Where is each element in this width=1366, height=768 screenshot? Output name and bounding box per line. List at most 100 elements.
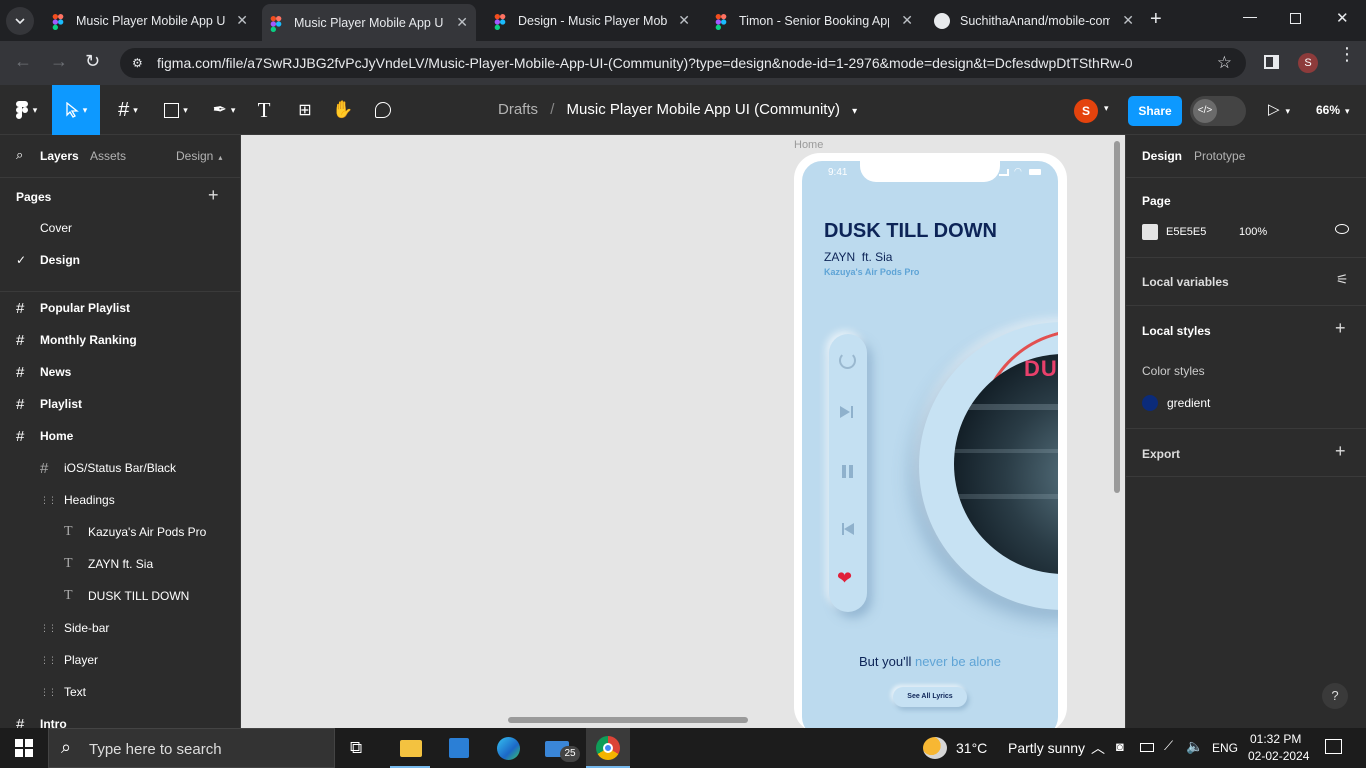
layer-item[interactable]: ⋮⋮ Headings xyxy=(0,484,240,516)
network-icon[interactable]: ⟋ xyxy=(1164,738,1173,754)
side-panel-icon[interactable] xyxy=(1264,55,1279,69)
weather-temp[interactable]: 31°C xyxy=(956,740,987,756)
tab-search-button[interactable] xyxy=(6,7,34,35)
move-tool-button[interactable]: ▾ xyxy=(52,85,100,135)
browser-tab-4[interactable]: Timon - Senior Booking App ✕ xyxy=(707,6,921,35)
frame-tool-button[interactable]: # ▾ xyxy=(108,85,148,135)
address-bar[interactable]: ⚙ figma.com/file/a7SwRJJBG2fvPcJyVndeLV/… xyxy=(120,48,1246,78)
repeat-icon[interactable] xyxy=(839,352,856,369)
user-avatar[interactable]: S xyxy=(1074,99,1098,123)
browser-tab-3[interactable]: Design - Music Player Mobil ✕ xyxy=(486,6,698,35)
chevron-down-icon[interactable]: ▾ xyxy=(852,106,857,117)
layer-item[interactable]: T Kazuya's Air Pods Pro xyxy=(0,516,240,548)
page-color-swatch[interactable] xyxy=(1142,224,1158,240)
browser-tab-2[interactable]: Music Player Mobile App UI ✕ xyxy=(262,4,476,41)
variables-icon[interactable]: ⚟ xyxy=(1336,271,1349,288)
pause-icon[interactable] xyxy=(842,465,846,478)
page-color-opacity[interactable]: 100% xyxy=(1239,226,1267,238)
close-icon[interactable]: ✕ xyxy=(678,12,690,29)
layer-item[interactable]: # iOS/Status Bar/Black xyxy=(0,452,240,484)
design-canvas[interactable]: Home 9:41 ◠ DUSK TILL DOWN ZAYN ft. Sia … xyxy=(241,135,1125,728)
heart-icon[interactable]: ❤ xyxy=(837,569,852,587)
eye-icon[interactable] xyxy=(1335,224,1349,234)
share-button[interactable]: Share xyxy=(1128,96,1182,126)
layer-item[interactable]: # Playlist xyxy=(0,388,240,420)
weather-desc[interactable]: Partly sunny xyxy=(1008,740,1085,756)
meet-icon[interactable]: ◙ xyxy=(1116,739,1124,754)
chevron-down-icon[interactable]: ▾ xyxy=(1104,103,1109,114)
resources-tool-button[interactable]: ⊞ xyxy=(285,85,325,135)
bookmark-star-icon[interactable]: ☆ xyxy=(1217,48,1232,78)
close-icon[interactable]: ✕ xyxy=(236,12,248,29)
page-color-hex[interactable]: E5E5E5 xyxy=(1166,226,1206,238)
layer-item[interactable]: ⋮⋮ Player xyxy=(0,644,240,676)
weather-icon[interactable] xyxy=(923,737,947,759)
battery-icon[interactable] xyxy=(1140,743,1154,752)
browser-tab-1[interactable]: Music Player Mobile App UI ✕ xyxy=(44,6,256,35)
text-tool-button[interactable]: T xyxy=(244,85,284,135)
see-all-lyrics-button[interactable]: See All Lyrics xyxy=(893,687,967,707)
canvas-horizontal-scrollbar[interactable] xyxy=(508,717,748,723)
file-explorer-icon[interactable] xyxy=(400,740,422,757)
close-icon[interactable]: ✕ xyxy=(901,12,913,29)
edge-icon[interactable] xyxy=(497,737,520,760)
add-style-icon[interactable]: + xyxy=(1335,318,1346,339)
layer-item[interactable]: T DUSK TILL DOWN xyxy=(0,580,240,612)
layer-item[interactable]: # Popular Playlist xyxy=(0,292,240,324)
tab-design[interactable]: Design xyxy=(1142,149,1182,163)
minimize-button[interactable] xyxy=(1243,10,1257,24)
next-icon[interactable] xyxy=(840,406,850,418)
layer-item[interactable]: # Monthly Ranking xyxy=(0,324,240,356)
hand-tool-button[interactable]: ✋ xyxy=(323,85,363,135)
volume-icon[interactable]: 🔈 xyxy=(1186,738,1203,755)
clock-time[interactable]: 01:32 PM xyxy=(1250,732,1301,746)
tray-chevron-icon[interactable]: ︿ xyxy=(1091,738,1105,758)
dev-mode-toggle[interactable]: </> xyxy=(1190,96,1246,126)
add-export-icon[interactable]: + xyxy=(1335,441,1346,462)
close-icon[interactable]: ✕ xyxy=(456,14,468,31)
main-menu-button[interactable]: ▾ xyxy=(6,85,46,135)
layer-item[interactable]: ⋮⋮ Text xyxy=(0,676,240,708)
add-page-icon[interactable]: + xyxy=(208,185,219,206)
notifications-icon[interactable] xyxy=(1325,739,1342,754)
chrome-icon[interactable] xyxy=(586,728,630,768)
layer-item[interactable]: # News xyxy=(0,356,240,388)
page-item[interactable]: Cover xyxy=(0,212,240,244)
task-view-icon[interactable]: ⧉ xyxy=(350,738,362,758)
canvas-vertical-scrollbar[interactable] xyxy=(1114,141,1120,493)
layer-item[interactable]: # Home xyxy=(0,420,240,452)
back-icon[interactable]: ← xyxy=(14,51,32,72)
site-info-icon[interactable]: ⚙ xyxy=(132,48,143,78)
help-button[interactable]: ? xyxy=(1322,683,1348,709)
new-tab-button[interactable]: + xyxy=(1150,8,1162,31)
forward-icon[interactable]: → xyxy=(50,51,68,72)
page-item[interactable]: ✓ Design xyxy=(0,244,240,276)
phone-frame[interactable]: 9:41 ◠ DUSK TILL DOWN ZAYN ft. Sia Kazuy… xyxy=(794,153,1067,728)
zoom-menu[interactable]: 66% ▾ xyxy=(1316,103,1350,117)
layer-item[interactable]: T ZAYN ft. Sia xyxy=(0,548,240,580)
restore-button[interactable] xyxy=(1290,13,1301,24)
comment-tool-button[interactable] xyxy=(363,85,403,135)
shape-tool-button[interactable]: ▾ xyxy=(156,85,196,135)
profile-avatar[interactable]: S xyxy=(1298,53,1318,73)
window-close-button[interactable]: ✕ xyxy=(1336,9,1349,27)
search-icon[interactable]: ⌕ xyxy=(16,147,23,163)
microsoft-store-icon[interactable] xyxy=(449,738,469,758)
breadcrumb-drafts[interactable]: Drafts xyxy=(498,101,538,118)
design-dropdown[interactable]: Design ▴ xyxy=(176,149,222,163)
language-indicator[interactable]: ENG xyxy=(1212,741,1238,755)
browser-tab-5[interactable]: SuchithaAnand/mobile-com ✕ xyxy=(926,6,1142,35)
tab-assets[interactable]: Assets xyxy=(90,149,126,163)
file-name[interactable]: Music Player Mobile App UI (Community) xyxy=(567,101,840,118)
reload-icon[interactable]: ↻ xyxy=(85,51,100,72)
tab-layers[interactable]: Layers xyxy=(40,149,79,163)
clock-date[interactable]: 02-02-2024 xyxy=(1248,749,1309,763)
pen-tool-button[interactable]: ✒ ▾ xyxy=(204,85,244,135)
close-icon[interactable]: ✕ xyxy=(1122,12,1134,29)
windows-start-icon[interactable] xyxy=(15,739,33,757)
color-style-item[interactable]: gredient xyxy=(1142,394,1342,412)
taskbar-search-box[interactable]: ⌕ Type here to search xyxy=(48,728,335,768)
layer-item[interactable]: ⋮⋮ Side-bar xyxy=(0,612,240,644)
tab-prototype[interactable]: Prototype xyxy=(1194,149,1245,163)
browser-menu-icon[interactable]: ⋮ xyxy=(1338,45,1356,63)
